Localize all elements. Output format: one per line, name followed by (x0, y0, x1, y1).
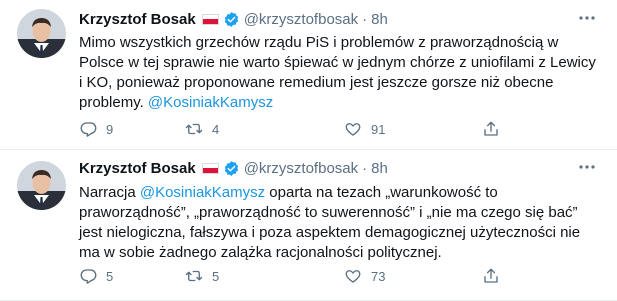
tweet-text-part: Narracja (79, 184, 140, 201)
separator-dot: · (362, 159, 368, 177)
like-button[interactable]: 73 (344, 266, 385, 286)
poland-flag-icon (201, 13, 219, 25)
author-handle[interactable]: @krzysztofbosak (244, 11, 358, 28)
author-name[interactable]: Krzysztof Bosak (79, 160, 196, 177)
tweet[interactable]: Krzysztof Bosak @krzysztofbosak · 8h Mim… (0, 0, 617, 150)
like-button[interactable]: 91 (344, 119, 385, 139)
reply-icon (80, 269, 97, 284)
like-icon (345, 123, 361, 136)
retweet-count: 4 (212, 121, 220, 137)
retweet-button[interactable]: 4 (185, 119, 219, 139)
reply-button[interactable]: 9 (79, 119, 113, 139)
verified-badge-icon (224, 160, 238, 176)
verified-badge-icon (224, 11, 238, 27)
avatar[interactable] (17, 161, 66, 210)
reply-icon (80, 122, 97, 137)
tweet[interactable]: Krzysztof Bosak @krzysztofbosak · 8h Nar… (0, 150, 617, 301)
like-icon (345, 270, 361, 283)
author-name[interactable]: Krzysztof Bosak (79, 11, 196, 28)
like-count: 91 (371, 121, 386, 137)
retweet-button[interactable]: 5 (185, 266, 219, 286)
mention-link[interactable]: @KosiniakKamysz (140, 184, 265, 201)
reply-button[interactable]: 5 (79, 266, 113, 286)
like-count: 73 (371, 268, 386, 284)
tweet-header: Krzysztof Bosak @krzysztofbosak · 8h (79, 158, 388, 178)
reply-count: 9 (106, 121, 114, 137)
tweet-text: Mimo wszystkich grzechów rządu PiS i pro… (79, 33, 599, 113)
more-options-icon[interactable] (577, 11, 597, 25)
more-options-icon[interactable] (577, 160, 597, 174)
tweet-actions: 9 4 91 (79, 119, 519, 139)
avatar[interactable] (17, 9, 66, 58)
author-handle[interactable]: @krzysztofbosak (244, 160, 358, 177)
share-icon (484, 121, 498, 136)
separator-dot: · (362, 10, 368, 28)
tweet-header: Krzysztof Bosak @krzysztofbosak · 8h (79, 9, 388, 29)
mention-link[interactable]: @KosiniakKamysz (148, 94, 273, 111)
retweet-icon (185, 270, 203, 282)
retweet-icon (185, 123, 203, 135)
share-button[interactable] (482, 266, 500, 286)
timestamp[interactable]: 8h (371, 160, 388, 177)
tweet-text: Narracja @KosiniakKamysz oparta na tezac… (79, 183, 599, 263)
tweet-actions: 5 5 73 (79, 266, 519, 286)
share-button[interactable] (482, 119, 500, 139)
reply-count: 5 (106, 268, 114, 284)
retweet-count: 5 (212, 268, 220, 284)
timestamp[interactable]: 8h (371, 11, 388, 28)
poland-flag-icon (201, 162, 219, 174)
share-icon (484, 268, 498, 283)
